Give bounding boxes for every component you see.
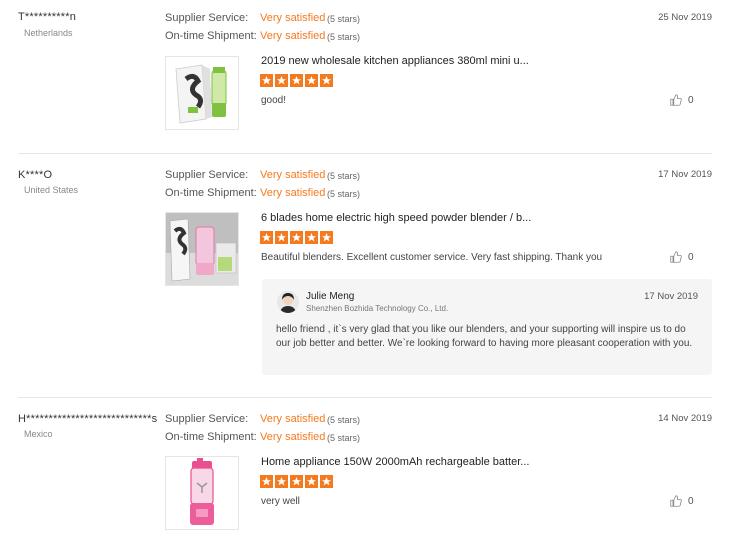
buyer-name: K****O bbox=[18, 169, 53, 181]
shipment-label: On-time Shipment: bbox=[165, 187, 257, 199]
star-icon bbox=[260, 74, 273, 87]
thumbs-up-icon bbox=[670, 94, 682, 106]
thumbs-up-icon bbox=[670, 495, 682, 507]
like-count: 0 bbox=[688, 94, 694, 106]
supplier-service-label: Supplier Service: bbox=[165, 12, 249, 24]
rating-stars bbox=[260, 475, 333, 489]
rating-stars bbox=[260, 74, 333, 88]
buyer-name: T**********n bbox=[18, 11, 77, 23]
like-button[interactable]: 0 bbox=[670, 495, 694, 507]
avatar bbox=[277, 291, 299, 313]
reply-date: 17 Nov 2019 bbox=[644, 291, 698, 302]
supplier-service-value: Very satisfied bbox=[260, 169, 326, 181]
like-button[interactable]: 0 bbox=[670, 251, 694, 263]
product-name-link[interactable]: 2019 new wholesale kitchen appliances 38… bbox=[261, 55, 529, 67]
shipment-stars: (5 stars) bbox=[327, 433, 361, 443]
supplier-service-value: Very satisfied bbox=[260, 12, 326, 24]
review-comment: Beautiful blenders. Excellent customer s… bbox=[261, 252, 603, 263]
review-comment: very well bbox=[261, 496, 300, 507]
supplier-service-stars: (5 stars) bbox=[327, 415, 361, 425]
shipment-value: Very satisfied bbox=[260, 30, 326, 42]
review-date: 14 Nov 2019 bbox=[658, 413, 712, 424]
like-count: 0 bbox=[688, 495, 694, 507]
shipment-value: Very satisfied bbox=[260, 431, 326, 443]
star-icon bbox=[320, 231, 333, 244]
like-count: 0 bbox=[688, 251, 694, 263]
reply-author-name: Julie Meng bbox=[306, 291, 355, 302]
review-divider bbox=[18, 397, 712, 398]
star-icon bbox=[275, 475, 288, 488]
review-date: 25 Nov 2019 bbox=[658, 12, 712, 23]
star-icon bbox=[320, 475, 333, 488]
star-icon bbox=[275, 231, 288, 244]
thumbs-up-icon bbox=[670, 251, 682, 263]
star-icon bbox=[275, 74, 288, 87]
product-name-link[interactable]: Home appliance 150W 2000mAh rechargeable… bbox=[261, 456, 529, 468]
product-thumbnail[interactable] bbox=[165, 56, 239, 130]
supplier-service-stars: (5 stars) bbox=[327, 14, 361, 24]
star-icon bbox=[290, 231, 303, 244]
buyer-country: United States bbox=[24, 185, 79, 195]
shipment-label: On-time Shipment: bbox=[165, 431, 257, 443]
rating-stars bbox=[260, 231, 333, 245]
review-comment: good! bbox=[261, 95, 287, 106]
star-icon bbox=[320, 74, 333, 87]
star-icon bbox=[290, 475, 303, 488]
shipment-stars: (5 stars) bbox=[327, 189, 361, 199]
supplier-service-stars: (5 stars) bbox=[327, 171, 361, 181]
review-date: 17 Nov 2019 bbox=[658, 169, 712, 180]
star-icon bbox=[260, 231, 273, 244]
product-name-link[interactable]: 6 blades home electric high speed powder… bbox=[261, 212, 531, 224]
supplier-service-label: Supplier Service: bbox=[165, 169, 249, 181]
buyer-country: Netherlands bbox=[24, 28, 73, 38]
product-thumbnail[interactable] bbox=[165, 212, 239, 286]
star-icon bbox=[305, 475, 318, 488]
reply-text: hello friend , it`s very glad that you l… bbox=[276, 324, 693, 349]
star-icon bbox=[260, 475, 273, 488]
buyer-name: H****************************s bbox=[18, 413, 158, 425]
shipment-label: On-time Shipment: bbox=[165, 30, 257, 42]
star-icon bbox=[305, 231, 318, 244]
supplier-service-value: Very satisfied bbox=[260, 413, 326, 425]
reply-company: Shenzhen Bozhida Technology Co., Ltd. bbox=[306, 304, 449, 313]
star-icon bbox=[290, 74, 303, 87]
supplier-service-label: Supplier Service: bbox=[165, 413, 249, 425]
like-button[interactable]: 0 bbox=[670, 94, 694, 106]
shipment-value: Very satisfied bbox=[260, 187, 326, 199]
buyer-country: Mexico bbox=[24, 429, 53, 439]
product-thumbnail[interactable] bbox=[165, 456, 239, 530]
shipment-stars: (5 stars) bbox=[327, 32, 361, 42]
star-icon bbox=[305, 74, 318, 87]
review-divider bbox=[18, 153, 712, 154]
supplier-reply: Julie Meng Shenzhen Bozhida Technology C… bbox=[262, 279, 712, 375]
